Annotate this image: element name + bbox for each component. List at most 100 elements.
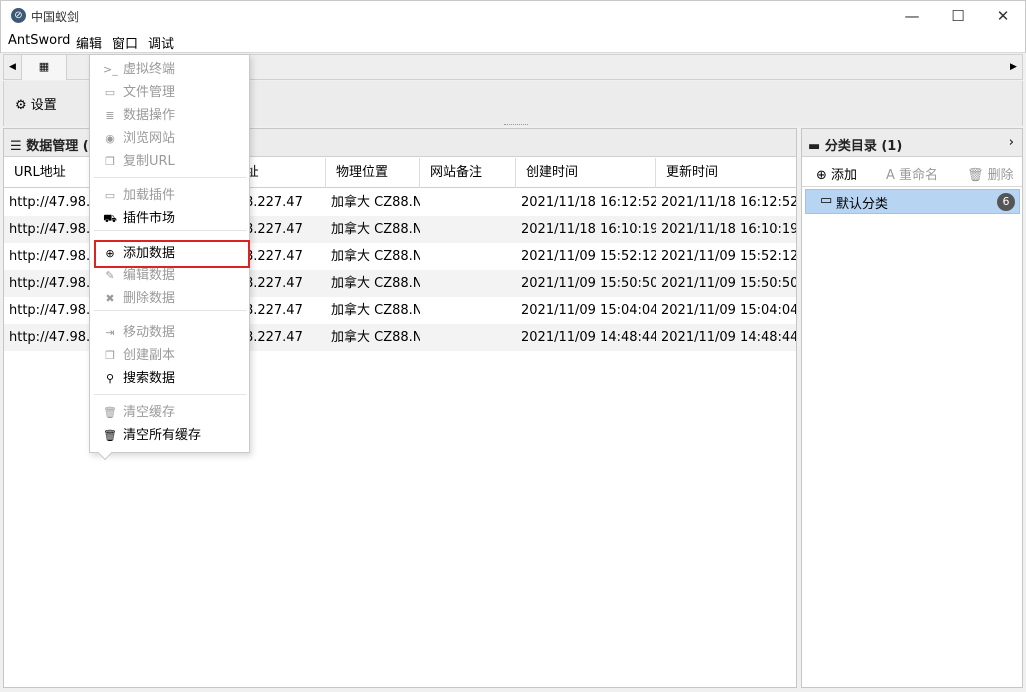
menu-item-0[interactable]: >_ 虚拟终端 bbox=[90, 59, 249, 81]
menu-item-4[interactable]: ❐ 复制URL bbox=[90, 151, 249, 173]
category-item-default[interactable]: ▭ 默认分类 6 bbox=[805, 189, 1020, 214]
panel-title: ☰ 数据管理 (6 bbox=[10, 135, 98, 154]
menu-separator bbox=[94, 310, 246, 311]
tab-scroll-left-icon[interactable]: ◀ bbox=[4, 55, 21, 79]
menu-item-1[interactable]: ▭ 文件管理 bbox=[90, 82, 249, 104]
menu-item-label: 删除数据 bbox=[123, 291, 176, 306]
column-location[interactable]: 物理位置 bbox=[326, 158, 420, 188]
menu-item-icon: >_ bbox=[103, 63, 118, 76]
cell-loc: 加拿大 CZ88.NE bbox=[331, 303, 420, 318]
menu-separator bbox=[94, 230, 246, 231]
menu-item-5[interactable]: ▭ 加载插件 bbox=[90, 185, 249, 207]
menu-edit[interactable]: 编辑 bbox=[76, 33, 102, 52]
menu-window[interactable]: 窗口 bbox=[112, 33, 138, 52]
delete-category-button[interactable]: 🗑 删除 bbox=[967, 164, 1014, 183]
chevron-right-icon[interactable]: › bbox=[1009, 135, 1014, 150]
menu-item-10[interactable]: ⇥ 移动数据 bbox=[90, 322, 249, 344]
cell-updated: 2021/11/09 15:04:04 bbox=[661, 303, 796, 318]
folder-icon: ▬ bbox=[808, 139, 821, 154]
menu-item-icon: ≣ bbox=[105, 109, 115, 122]
maximize-button[interactable]: ☐ bbox=[935, 1, 981, 31]
menu-item-icon: ▭ bbox=[104, 86, 116, 99]
settings-button[interactable]: ⚙ 设置 bbox=[15, 94, 57, 113]
menu-antsword[interactable]: AntSword bbox=[8, 33, 70, 48]
menu-item-label: 移动数据 bbox=[123, 325, 176, 340]
cell-created: 2021/11/09 15:04:04 bbox=[521, 303, 656, 318]
menu-item-label: 加载插件 bbox=[123, 188, 176, 203]
menu-item-3[interactable]: ◉ 浏览网站 bbox=[90, 128, 249, 150]
menu-item-label: 清空缓存 bbox=[123, 405, 176, 420]
menu-item-13[interactable]: 🗑 清空缓存 bbox=[90, 402, 249, 424]
menu-item-label: 添加数据 bbox=[123, 246, 176, 261]
cell-updated: 2021/11/09 15:52:12 bbox=[661, 249, 796, 264]
category-toolbar: ⊕ 添加 A 重命名 🗑 删除 bbox=[802, 158, 1022, 187]
menu-item-label: 文件管理 bbox=[123, 85, 176, 100]
menu-item-icon: ⛟ bbox=[103, 212, 117, 225]
cell-note bbox=[420, 270, 516, 297]
category-title: ▬ 分类目录 (1) bbox=[808, 135, 902, 154]
antsword-logo-icon: ⊘ bbox=[11, 8, 26, 23]
menu-item-icon: ▭ bbox=[104, 189, 116, 202]
menu-item-label: 编辑数据 bbox=[123, 268, 176, 283]
menu-item-label: 创建副本 bbox=[123, 348, 176, 363]
menu-item-label: 浏览网站 bbox=[123, 131, 176, 146]
cell-updated: 2021/11/18 16:10:19 bbox=[661, 222, 796, 237]
menu-separator bbox=[94, 177, 246, 178]
cell-loc: 加拿大 CZ88.NE bbox=[331, 249, 420, 264]
minimize-button[interactable]: — bbox=[889, 1, 935, 31]
delete-category-label: 删除 bbox=[987, 168, 1014, 183]
menu-bar: AntSword 编辑 窗口 调试 bbox=[0, 30, 1026, 53]
close-button[interactable]: ✕ bbox=[980, 1, 1026, 31]
cell-updated: 2021/11/09 14:48:44 bbox=[661, 330, 796, 345]
cell-created: 2021/11/09 15:52:12 bbox=[521, 249, 656, 264]
cell-note bbox=[420, 216, 516, 243]
menu-item-icon: ⊕ bbox=[105, 247, 115, 260]
tab-scroll-right-icon[interactable]: ▶ bbox=[1005, 55, 1022, 79]
cell-updated: 2021/11/18 16:12:52 bbox=[661, 195, 796, 210]
category-panel: ▬ 分类目录 (1) › ⊕ 添加 A 重命名 🗑 删除 ▭ 默认分类 6 bbox=[801, 128, 1023, 688]
menu-item-icon: 🗑 bbox=[103, 406, 117, 419]
menu-item-8[interactable]: ✎ 编辑数据 bbox=[90, 265, 249, 287]
menu-item-label: 复制URL bbox=[123, 154, 175, 169]
column-note[interactable]: 网站备注 bbox=[420, 158, 516, 188]
category-label: 默认分类 bbox=[836, 197, 889, 212]
menu-item-icon: ❐ bbox=[105, 349, 115, 362]
menu-item-icon: ◉ bbox=[105, 132, 115, 145]
context-menu: >_ 虚拟终端 ▭ 文件管理 ≣ 数据操作 ◉ 浏览网站 ❐ 复制URL ▭ 加载插件 ⛟ 插件市场 ⊕ 添加… bbox=[89, 54, 250, 453]
menu-item-icon: ✎ bbox=[105, 269, 115, 282]
splitter-handle[interactable] bbox=[504, 124, 528, 125]
rename-category-button[interactable]: A 重命名 bbox=[886, 164, 938, 183]
menu-debug[interactable]: 调试 bbox=[148, 33, 174, 52]
menu-item-icon: ✖ bbox=[105, 292, 115, 305]
cell-created: 2021/11/18 16:10:19 bbox=[521, 222, 656, 237]
category-count-badge: 6 bbox=[997, 193, 1015, 211]
category-title-text: 分类目录 (1) bbox=[824, 139, 903, 154]
menu-item-11[interactable]: ❐ 创建副本 bbox=[90, 345, 249, 367]
title-bar: ⊘ 中国蚁剑 — ☐ ✕ bbox=[0, 0, 1026, 30]
cell-created: 2021/11/18 16:12:52 bbox=[521, 195, 656, 210]
window-title: 中国蚁剑 bbox=[31, 10, 80, 24]
column-created[interactable]: 创建时间 bbox=[516, 158, 656, 188]
menu-item-label: 清空所有缓存 bbox=[123, 428, 202, 443]
menu-item-2[interactable]: ≣ 数据操作 bbox=[90, 105, 249, 127]
cell-note bbox=[420, 324, 516, 351]
list-icon: ☰ bbox=[10, 139, 22, 154]
cell-note bbox=[420, 243, 516, 270]
cell-loc: 加拿大 CZ88.NE bbox=[331, 330, 420, 345]
add-category-button[interactable]: ⊕ 添加 bbox=[816, 164, 857, 183]
cell-note bbox=[420, 297, 516, 324]
cell-created: 2021/11/09 15:50:50 bbox=[521, 276, 656, 291]
gear-icon: ⚙ bbox=[15, 98, 27, 113]
menu-item-7[interactable]: ⊕ 添加数据 bbox=[94, 240, 250, 268]
menu-item-9[interactable]: ✖ 删除数据 bbox=[90, 288, 249, 310]
rename-category-label: 重命名 bbox=[899, 168, 939, 183]
tab-home-grid-icon[interactable]: ▦ bbox=[21, 55, 67, 80]
folder-open-icon: ▭ bbox=[820, 193, 833, 208]
menu-item-label: 插件市场 bbox=[123, 211, 176, 226]
menu-item-label: 虚拟终端 bbox=[123, 62, 176, 77]
menu-item-14[interactable]: 🗑 清空所有缓存 bbox=[90, 425, 249, 447]
menu-item-6[interactable]: ⛟ 插件市场 bbox=[90, 208, 249, 230]
column-updated[interactable]: 更新时间 bbox=[656, 158, 796, 188]
menu-item-12[interactable]: ⚲ 搜索数据 bbox=[90, 368, 249, 390]
cell-note bbox=[420, 189, 516, 216]
